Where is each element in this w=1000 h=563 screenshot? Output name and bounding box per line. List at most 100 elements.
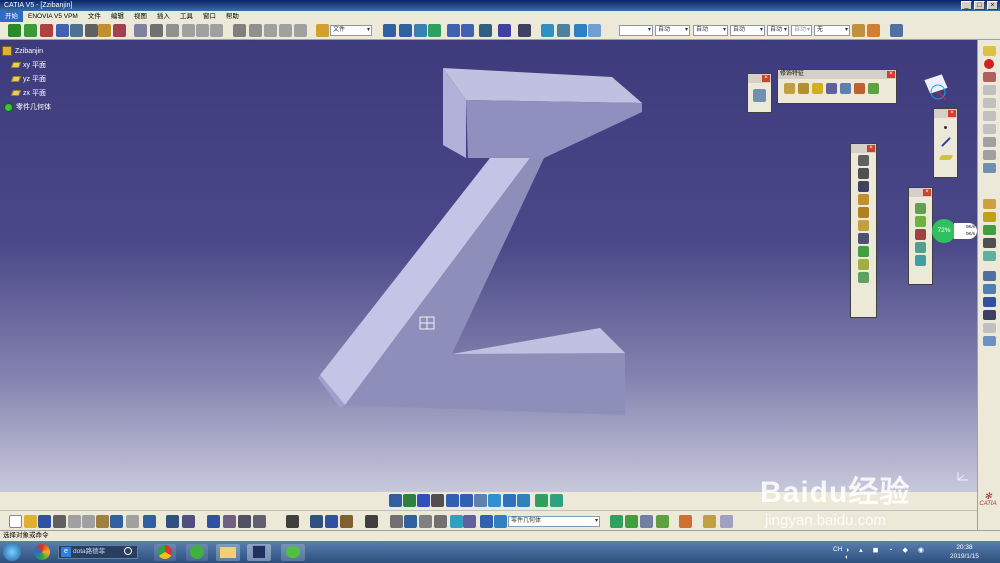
fly-icon[interactable] xyxy=(389,494,402,507)
translate-icon[interactable] xyxy=(982,271,996,281)
remove-icon[interactable] xyxy=(982,238,996,248)
scale-icon[interactable] xyxy=(982,310,996,320)
render-icon[interactable] xyxy=(461,24,474,37)
transparency-combo[interactable]: 自动 xyxy=(655,25,690,36)
intersect-icon[interactable] xyxy=(982,251,996,261)
body-combo[interactable]: 零件几何体 xyxy=(508,516,600,527)
paste-icon[interactable] xyxy=(96,515,109,528)
tool-icon[interactable] xyxy=(982,111,996,121)
tree-item-zx[interactable]: zx 平面 xyxy=(2,86,51,100)
pan-icon[interactable] xyxy=(417,494,430,507)
dimension-icon[interactable] xyxy=(325,515,338,528)
hierarchy-icon[interactable] xyxy=(238,515,251,528)
painter-icon[interactable] xyxy=(852,24,865,37)
check-icon[interactable] xyxy=(210,24,223,37)
swap-space-icon[interactable] xyxy=(535,494,548,507)
compare-icon[interactable] xyxy=(588,24,601,37)
rotate-icon[interactable] xyxy=(982,284,996,294)
ruler-icon[interactable] xyxy=(419,515,432,528)
wechat-icon[interactable] xyxy=(281,544,305,561)
loft-icon[interactable] xyxy=(858,259,869,270)
bottle-icon[interactable] xyxy=(340,515,353,528)
measure-icon[interactable] xyxy=(70,24,83,37)
tree-item-yz[interactable]: yz 平面 xyxy=(2,72,51,86)
stiffener-icon[interactable] xyxy=(858,246,869,257)
menu-file[interactable]: 文件 xyxy=(83,11,106,22)
product-icon[interactable] xyxy=(249,24,262,37)
tool-icon[interactable] xyxy=(982,98,996,108)
search-icon[interactable] xyxy=(124,547,132,555)
line-icon[interactable] xyxy=(940,137,951,147)
parameter-icon[interactable] xyxy=(134,24,147,37)
stack-icon[interactable] xyxy=(480,515,493,528)
sketch-icon[interactable] xyxy=(753,89,766,102)
view-icon[interactable] xyxy=(447,24,460,37)
fit-all-icon[interactable] xyxy=(403,494,416,507)
layer-combo[interactable]: 自动 xyxy=(791,25,812,36)
open-icon[interactable] xyxy=(24,515,37,528)
shaft-icon[interactable] xyxy=(858,181,869,192)
tool-icon[interactable] xyxy=(982,85,996,95)
minimize-button[interactable]: _ xyxy=(961,1,972,10)
rib-icon[interactable] xyxy=(858,220,869,231)
chamfer-icon[interactable] xyxy=(798,83,809,94)
thread-icon[interactable] xyxy=(854,83,865,94)
move-icon[interactable] xyxy=(8,24,21,37)
body-icon[interactable] xyxy=(279,24,292,37)
surface-icon[interactable] xyxy=(428,24,441,37)
apply-material-icon[interactable] xyxy=(113,24,126,37)
color-combo[interactable] xyxy=(619,25,653,36)
iso-view-icon[interactable] xyxy=(488,494,501,507)
fillet-icon[interactable] xyxy=(784,83,795,94)
measure-icon[interactable] xyxy=(982,336,996,346)
tool-icon[interactable] xyxy=(982,137,996,147)
tree-item-xy[interactable]: xy 平面 xyxy=(2,58,51,72)
body-select-icon[interactable] xyxy=(494,515,507,528)
menu-start[interactable]: 开始 xyxy=(0,11,23,22)
print-icon[interactable] xyxy=(53,515,66,528)
cut-icon[interactable] xyxy=(68,515,81,528)
zoom-out-icon[interactable] xyxy=(460,494,473,507)
shape-icon[interactable] xyxy=(610,515,623,528)
close-icon[interactable]: × xyxy=(887,71,895,78)
transformation-icon[interactable] xyxy=(915,255,926,266)
render-style-icon[interactable] xyxy=(365,515,378,528)
material-icon[interactable] xyxy=(656,515,669,528)
curve-icon[interactable] xyxy=(414,24,427,37)
thickness-icon[interactable] xyxy=(840,83,851,94)
constraint-icon[interactable] xyxy=(982,163,996,173)
assemble-icon[interactable] xyxy=(982,212,996,222)
comment-icon[interactable] xyxy=(182,515,195,528)
image-icon[interactable] xyxy=(640,515,653,528)
menu-help[interactable]: 帮助 xyxy=(221,11,244,22)
pocket-icon[interactable] xyxy=(858,168,869,179)
layer-icon[interactable] xyxy=(550,494,563,507)
stop-icon[interactable] xyxy=(984,59,994,69)
ratio-icon[interactable] xyxy=(434,515,447,528)
close-icon[interactable]: × xyxy=(923,189,931,196)
pad-icon[interactable] xyxy=(858,155,869,166)
save-icon[interactable] xyxy=(38,515,51,528)
z-solid-model[interactable] xyxy=(300,60,660,445)
law-icon[interactable] xyxy=(166,24,179,37)
linetype-combo[interactable]: 自动 xyxy=(693,25,728,36)
exit-icon[interactable] xyxy=(982,72,996,82)
close-button[interactable]: × xyxy=(987,1,998,10)
rotate-view-icon[interactable] xyxy=(431,494,444,507)
spline-icon[interactable] xyxy=(399,24,412,37)
formula-fx-icon[interactable] xyxy=(166,515,179,528)
clock[interactable]: 20:38 2019/1/15 xyxy=(950,543,979,561)
point-icon[interactable] xyxy=(944,126,947,129)
properties-icon[interactable] xyxy=(890,24,903,37)
add-icon[interactable] xyxy=(982,225,996,235)
split-icon[interactable] xyxy=(915,203,926,214)
scene-icon[interactable] xyxy=(720,515,733,528)
close-surface-icon[interactable] xyxy=(915,229,926,240)
analysis-icon[interactable] xyxy=(541,24,554,37)
boolean-icon[interactable] xyxy=(982,199,996,209)
sketch-check-icon[interactable] xyxy=(625,515,638,528)
chrome-icon[interactable] xyxy=(154,544,176,561)
menu-window[interactable]: 窗口 xyxy=(198,11,221,22)
normal-view-icon[interactable] xyxy=(474,494,487,507)
menu-edit[interactable]: 编辑 xyxy=(106,11,129,22)
